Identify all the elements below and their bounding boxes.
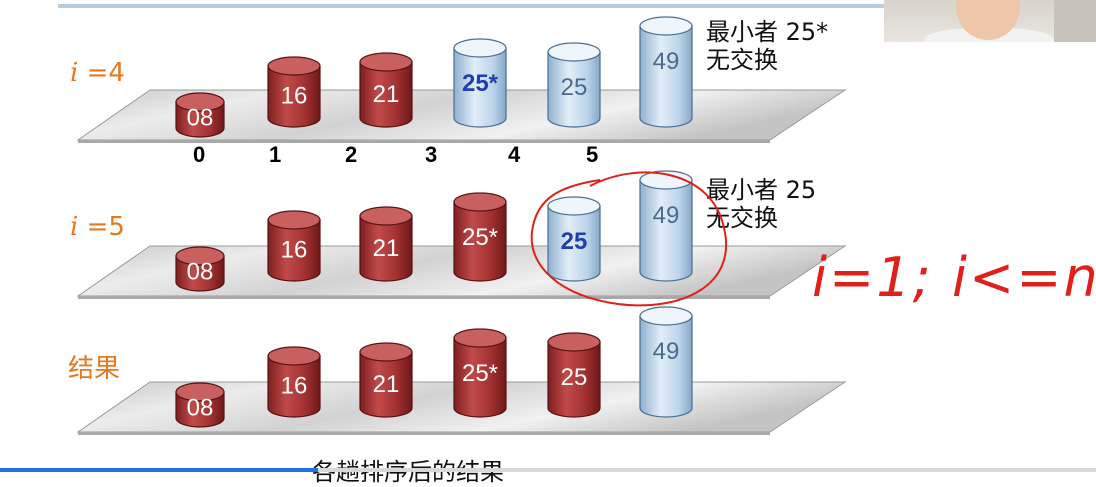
cylinder-cap-r3-p5 xyxy=(639,306,693,326)
cylinder-row1-pos0: 08 xyxy=(175,92,225,138)
cylinder-row1-pos2: 21 xyxy=(359,52,413,128)
cylinder-label-r3-p0: 08 xyxy=(187,394,214,421)
cylinder-label-r1-p1: 16 xyxy=(281,83,308,110)
sorting-diagram: 0816 21 25* 25490816 21 25* 25490816 21 25* 2549 … xyxy=(76,16,1096,435)
cylinder-cap-r3-p4 xyxy=(547,332,601,352)
cylinder-label-r2-p0: 08 xyxy=(187,258,214,285)
handwritten-annotation: i=1; i<=n xyxy=(812,246,1096,309)
cylinder-row3-pos5: 49 xyxy=(639,306,693,418)
cylinder-row2-pos0: 08 xyxy=(175,246,225,292)
cylinder-row2-pos2: 21 xyxy=(359,206,413,282)
platform-edge-row-2 xyxy=(78,296,770,299)
cylinder-label-r1-p4: 25 xyxy=(561,74,588,101)
cylinder-cap-r1-p2 xyxy=(359,52,413,72)
cylinder-cap-r2-p4 xyxy=(547,196,601,216)
cylinder-label-r1-p2: 21 xyxy=(373,81,400,108)
cylinder-cap-r3-p1 xyxy=(267,346,321,366)
cylinder-label-r3-p1: 16 xyxy=(281,373,308,400)
cylinder-row3-pos4: 25 xyxy=(547,332,601,418)
cylinder-body-r2-p5 xyxy=(639,179,693,282)
platform-edge-row-1 xyxy=(78,140,770,143)
cylinder-label-r2-p2: 21 xyxy=(373,235,400,262)
cylinder-label-r3-p4: 25 xyxy=(561,364,588,391)
cylinder-label-r2-p1: 16 xyxy=(281,237,308,264)
cylinder-row3-pos2: 21 xyxy=(359,342,413,418)
cylinder-row3-pos1: 16 xyxy=(267,346,321,418)
cylinder-row2-pos4: 25 xyxy=(547,196,601,282)
cylinder-row3-pos0: 08 xyxy=(175,382,225,428)
cylinder-label-r3-p2: 21 xyxy=(373,371,400,398)
cylinder-row3-pos3: 25* xyxy=(453,328,507,418)
cylinder-cap-r1-p5 xyxy=(639,16,693,36)
cylinder-cap-r1-p4 xyxy=(547,42,601,62)
platform-edge-row-3 xyxy=(78,432,770,435)
cylinder-row1-pos3: 25* xyxy=(453,38,507,128)
cylinder-label-r3-p3: 25* xyxy=(462,360,498,387)
webcam-background xyxy=(1054,0,1096,42)
slide-canvas: i =4 i =5 结果 最小者 25* 无交换 最小者 25 无交换 0 1 … xyxy=(0,0,1096,486)
cylinder-cap-r1-p1 xyxy=(267,56,321,76)
cylinder-label-r1-p3: 25* xyxy=(462,70,499,97)
video-progress-fill[interactable] xyxy=(0,468,318,472)
cylinder-row1-pos4: 25 xyxy=(547,42,601,128)
cylinder-row1-pos5: 49 xyxy=(639,16,693,128)
cylinder-label-r2-p3: 25* xyxy=(462,224,498,251)
cylinder-cap-r2-p3 xyxy=(453,192,507,212)
cylinder-label-r2-p5: 49 xyxy=(653,202,680,229)
cylinder-body-r3-p5 xyxy=(639,315,693,418)
cylinder-body-r1-p5 xyxy=(639,25,693,128)
cylinder-row2-pos5: 49 xyxy=(639,170,693,282)
cylinder-cap-r2-p1 xyxy=(267,210,321,230)
cylinder-label-r1-p0: 08 xyxy=(187,104,214,131)
cylinder-row1-pos1: 16 xyxy=(267,56,321,128)
cylinder-row2-pos3: 25* xyxy=(453,192,507,282)
cylinder-label-r1-p5: 49 xyxy=(653,48,680,75)
presenter-webcam xyxy=(884,0,1096,42)
cylinder-label-r2-p4: 25 xyxy=(561,228,588,255)
cylinder-cap-r2-p2 xyxy=(359,206,413,226)
cylinder-cap-r3-p3 xyxy=(453,328,507,348)
cylinder-cap-r1-p3 xyxy=(453,38,507,58)
cylinder-row2-pos1: 16 xyxy=(267,210,321,282)
cylinder-label-r3-p5: 49 xyxy=(653,338,680,365)
cylinder-cap-r3-p2 xyxy=(359,342,413,362)
